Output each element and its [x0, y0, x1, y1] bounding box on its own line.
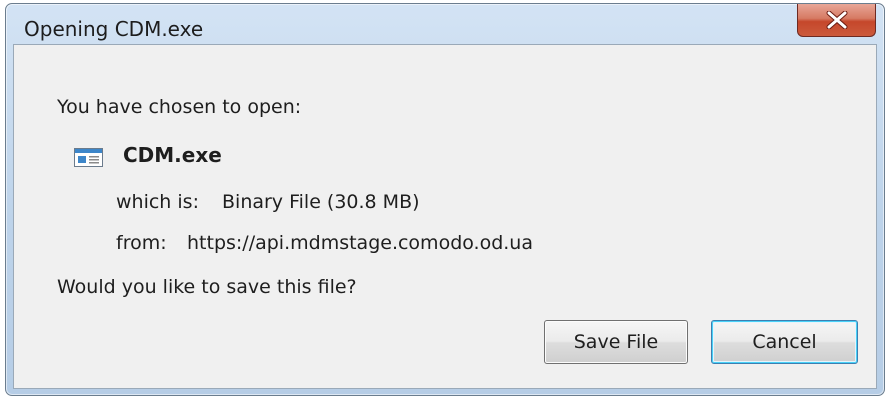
file-name: CDM.exe: [123, 143, 222, 167]
title-bar[interactable]: Opening CDM.exe: [6, 4, 884, 44]
close-icon: [826, 11, 848, 29]
file-source-url: https://api.mdmstage.comodo.od.ua: [187, 232, 533, 254]
window-title: Opening CDM.exe: [24, 17, 204, 41]
file-type-value: Binary File (30.8 MB): [222, 191, 420, 213]
download-dialog-window: Opening CDM.exe You have chosen to open:…: [5, 3, 885, 396]
application-file-icon: [74, 148, 103, 167]
open-prompt-text: You have chosen to open:: [57, 96, 302, 118]
dialog-content: You have chosen to open: CDM.exe which i…: [13, 44, 877, 389]
file-type-label: which is:: [116, 191, 199, 213]
save-question-text: Would you like to save this file?: [57, 276, 357, 298]
close-button[interactable]: [797, 4, 876, 37]
file-source-label: from:: [116, 232, 167, 254]
cancel-button[interactable]: Cancel: [711, 320, 858, 364]
save-file-button[interactable]: Save File: [544, 320, 688, 364]
